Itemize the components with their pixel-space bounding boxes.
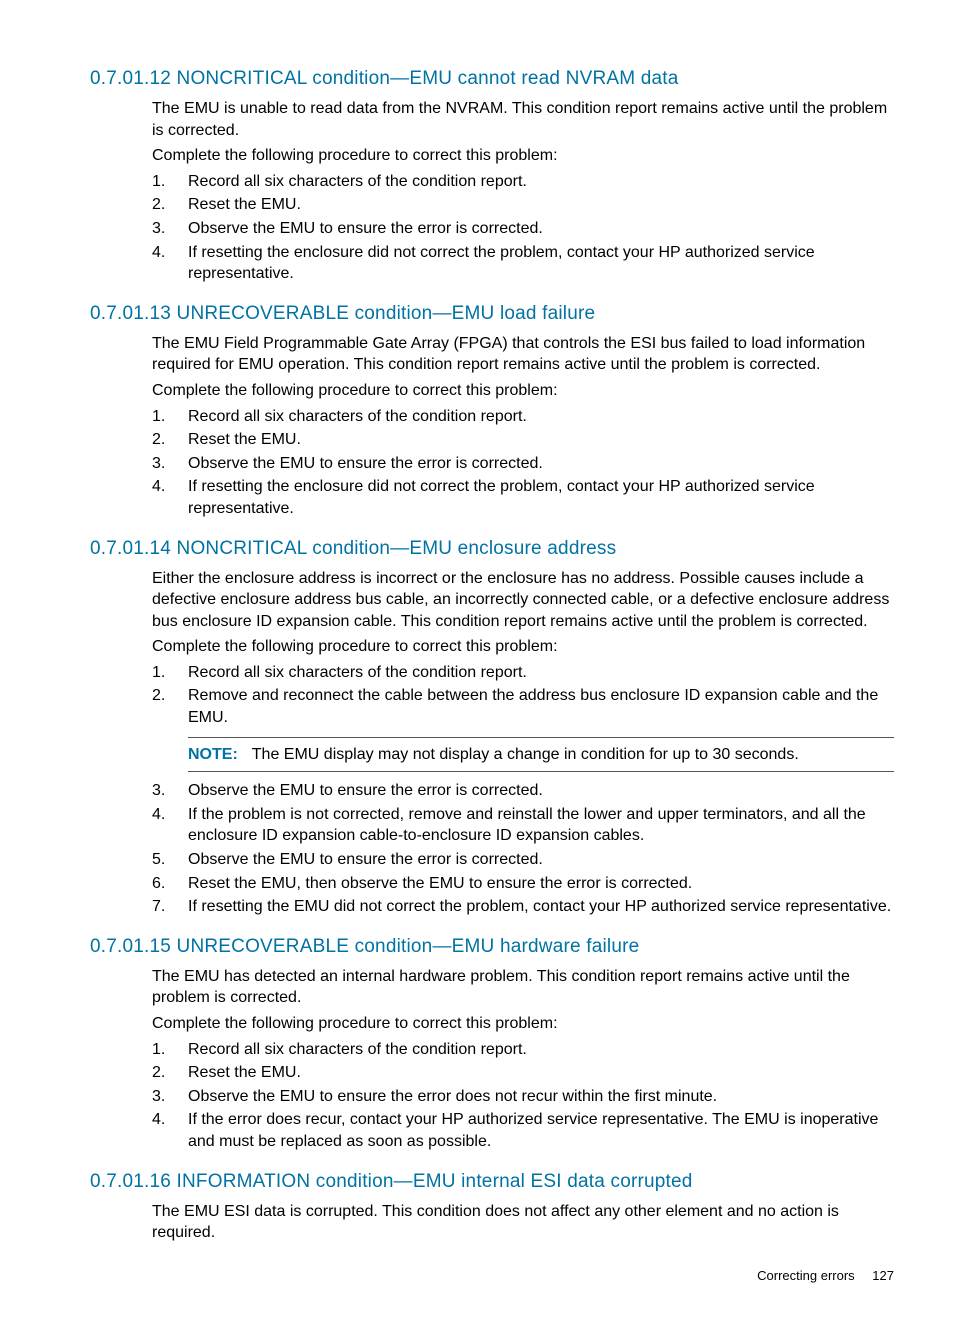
paragraph: Either the enclosure address is incorrec…	[152, 568, 894, 633]
note-box: NOTE: The EMU display may not display a c…	[188, 737, 894, 773]
section-body: The EMU has detected an internal hardwar…	[152, 966, 894, 1153]
list-item: Reset the EMU.	[152, 429, 894, 451]
list-item: If resetting the EMU did not correct the…	[152, 896, 894, 918]
paragraph: The EMU ESI data is corrupted. This cond…	[152, 1201, 894, 1244]
list-item: If resetting the enclosure did not corre…	[152, 242, 894, 285]
procedure-list: Record all six characters of the conditi…	[152, 406, 894, 520]
note-text: The EMU display may not display a change…	[252, 746, 799, 763]
page-footer: Correcting errors 127	[90, 1268, 894, 1283]
paragraph: The EMU has detected an internal hardwar…	[152, 966, 894, 1009]
list-item: Reset the EMU.	[152, 194, 894, 216]
paragraph: The EMU Field Programmable Gate Array (F…	[152, 333, 894, 376]
note-label: NOTE:	[188, 746, 238, 763]
list-item: Observe the EMU to ensure the error does…	[152, 1086, 894, 1108]
section-body: The EMU is unable to read data from the …	[152, 98, 894, 285]
list-item: Observe the EMU to ensure the error is c…	[152, 453, 894, 475]
list-item: Observe the EMU to ensure the error is c…	[152, 780, 894, 802]
procedure-list: Record all six characters of the conditi…	[152, 662, 894, 729]
list-item: If resetting the enclosure did not corre…	[152, 476, 894, 519]
list-item: Observe the EMU to ensure the error is c…	[152, 218, 894, 240]
paragraph: The EMU is unable to read data from the …	[152, 98, 894, 141]
list-item: Reset the EMU, then observe the EMU to e…	[152, 873, 894, 895]
section-body: Either the enclosure address is incorrec…	[152, 568, 894, 918]
list-item: Reset the EMU.	[152, 1062, 894, 1084]
procedure-list: Record all six characters of the conditi…	[152, 1039, 894, 1153]
procedure-list: Observe the EMU to ensure the error is c…	[152, 780, 894, 918]
footer-label: Correcting errors	[757, 1268, 855, 1283]
page-number: 127	[872, 1268, 894, 1283]
section-heading: 0.7.01.12 NONCRITICAL condition—EMU cann…	[90, 68, 894, 90]
section-heading: 0.7.01.13 UNRECOVERABLE condition—EMU lo…	[90, 303, 894, 325]
list-item: If the problem is not corrected, remove …	[152, 804, 894, 847]
list-item: Record all six characters of the conditi…	[152, 171, 894, 193]
list-item: If the error does recur, contact your HP…	[152, 1109, 894, 1152]
list-item: Record all six characters of the conditi…	[152, 406, 894, 428]
list-item: Remove and reconnect the cable between t…	[152, 685, 894, 728]
procedure-list: Record all six characters of the conditi…	[152, 171, 894, 285]
section-body: The EMU Field Programmable Gate Array (F…	[152, 333, 894, 520]
list-item: Observe the EMU to ensure the error is c…	[152, 849, 894, 871]
paragraph: Complete the following procedure to corr…	[152, 636, 894, 658]
section-body: The EMU ESI data is corrupted. This cond…	[152, 1201, 894, 1244]
section-heading: 0.7.01.14 NONCRITICAL condition—EMU encl…	[90, 538, 894, 560]
paragraph: Complete the following procedure to corr…	[152, 380, 894, 402]
paragraph: Complete the following procedure to corr…	[152, 145, 894, 167]
paragraph: Complete the following procedure to corr…	[152, 1013, 894, 1035]
section-heading: 0.7.01.15 UNRECOVERABLE condition—EMU ha…	[90, 936, 894, 958]
list-item: Record all six characters of the conditi…	[152, 662, 894, 684]
page-container: 0.7.01.12 NONCRITICAL condition—EMU cann…	[0, 0, 954, 1323]
section-heading: 0.7.01.16 INFORMATION condition—EMU inte…	[90, 1171, 894, 1193]
list-item: Record all six characters of the conditi…	[152, 1039, 894, 1061]
